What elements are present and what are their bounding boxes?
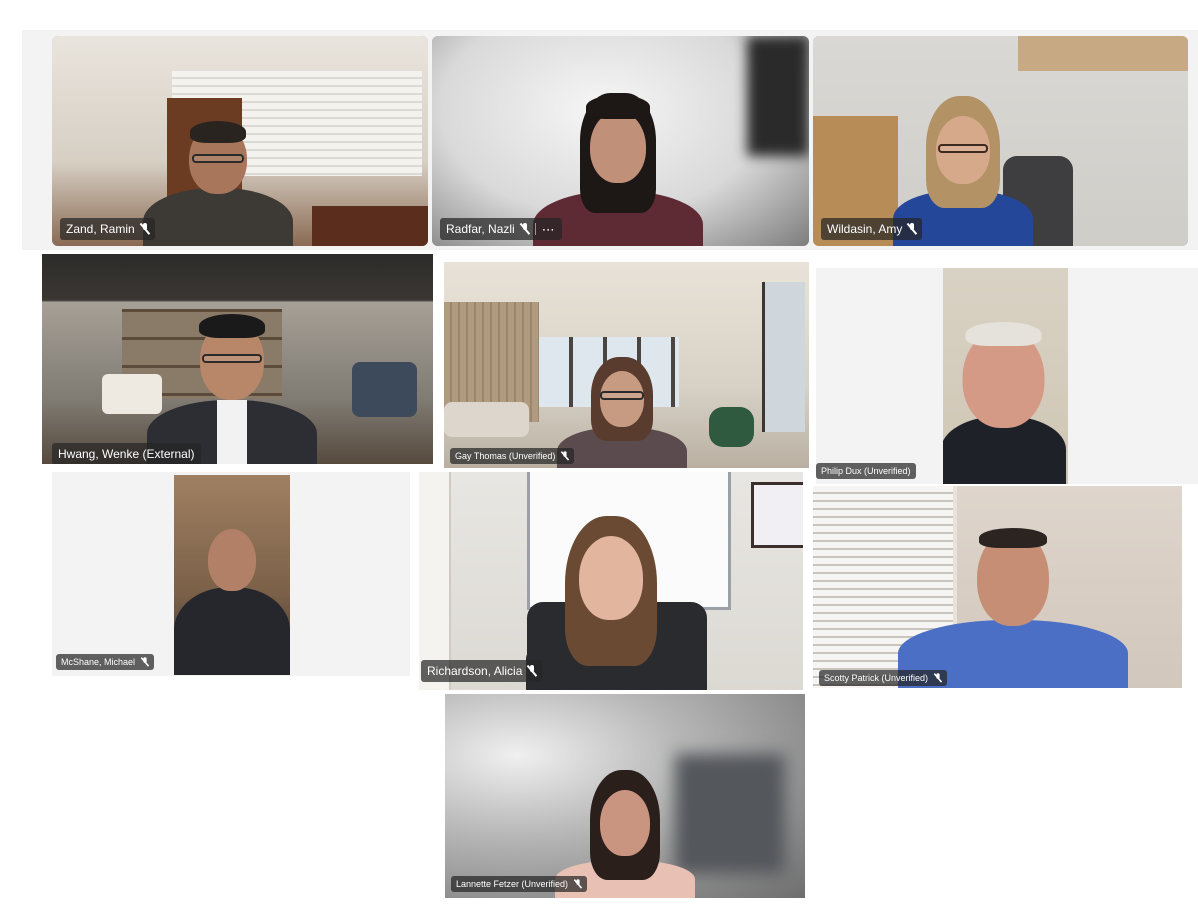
mic-off-icon [935, 673, 941, 683]
framed-poster [751, 482, 803, 548]
mic-off-icon [575, 879, 581, 889]
participant-name-tag: Wildasin, Amy [821, 218, 923, 240]
blurred-lamp [747, 36, 809, 156]
divider [534, 223, 536, 235]
participant-video [138, 116, 298, 246]
video-tile-mcshane-michael[interactable] [174, 475, 290, 675]
green-chair [709, 407, 754, 447]
more-options-icon[interactable]: ⋯ [542, 223, 556, 236]
tall-window [762, 282, 805, 432]
participant-video [521, 512, 701, 690]
participant-name-tag: Lannette Fetzer (Unverified) [451, 876, 588, 892]
participant-name: Gay Thomas (Unverified) [455, 451, 556, 461]
corkboard [1018, 36, 1188, 71]
video-tile-radfar-nazli[interactable]: Radfar, Nazli ⋯ [432, 36, 809, 246]
mic-off-icon [908, 223, 916, 235]
participant-name: Zand, Ramin [66, 222, 135, 236]
mic-off-icon [141, 223, 149, 235]
participant-name: Lannette Fetzer (Unverified) [456, 879, 569, 889]
participant-name: Radfar, Nazli [446, 222, 515, 236]
couch [444, 402, 529, 437]
mic-off-icon [528, 665, 536, 677]
door [419, 472, 451, 690]
participant-name-tag: Radfar, Nazli ⋯ [440, 218, 562, 240]
participant-name: Wildasin, Amy [827, 222, 903, 236]
video-tile-wildasin-amy[interactable]: Wildasin, Amy [813, 36, 1188, 246]
participant-video [174, 525, 290, 675]
participant-name-tag: Philip Dux (Unverified) [816, 463, 916, 479]
participant-video [943, 320, 1066, 484]
participant-name-tag: Hwang, Wenke (External) [52, 443, 201, 464]
participant-name-tag: Zand, Ramin [60, 218, 155, 240]
video-tile-zand-ramin[interactable]: Zand, Ramin [52, 36, 428, 246]
participant-name-tag: Richardson, Alicia [421, 660, 543, 682]
video-tile-lannette-fetzer[interactable]: Lannette Fetzer (Unverified) [445, 694, 805, 898]
participant-name-tag: Scotty Patrick (Unverified) [819, 670, 948, 686]
participant-name: Philip Dux (Unverified) [821, 466, 911, 476]
participant-video [557, 357, 687, 468]
participant-name-tag: Gay Thomas (Unverified) [450, 448, 575, 464]
participant-name: Scotty Patrick (Unverified) [824, 673, 929, 683]
mic-off-icon [521, 223, 529, 235]
video-tile-richardson-alicia[interactable]: Richardson, Alicia [419, 472, 803, 690]
mic-off-icon [142, 657, 148, 667]
participant-name: Richardson, Alicia [427, 664, 523, 678]
participant-video [898, 526, 1128, 688]
video-tile-hwang-wenke[interactable]: Hwang, Wenke (External) [42, 254, 433, 464]
participant-video [147, 312, 317, 464]
participant-name: Hwang, Wenke (External) [58, 447, 195, 461]
video-tile-gay-thomas[interactable]: Gay Thomas (Unverified) [444, 262, 809, 468]
video-tile-scotty-patrick[interactable]: Scotty Patrick (Unverified) [813, 486, 1182, 688]
armchair [352, 362, 417, 417]
desk [312, 206, 428, 246]
mic-off-icon [562, 451, 568, 461]
participant-name-tag: McShane, Michael [56, 654, 155, 670]
video-tile-philip-dux[interactable] [943, 268, 1068, 484]
participant-name: McShane, Michael [61, 657, 136, 667]
